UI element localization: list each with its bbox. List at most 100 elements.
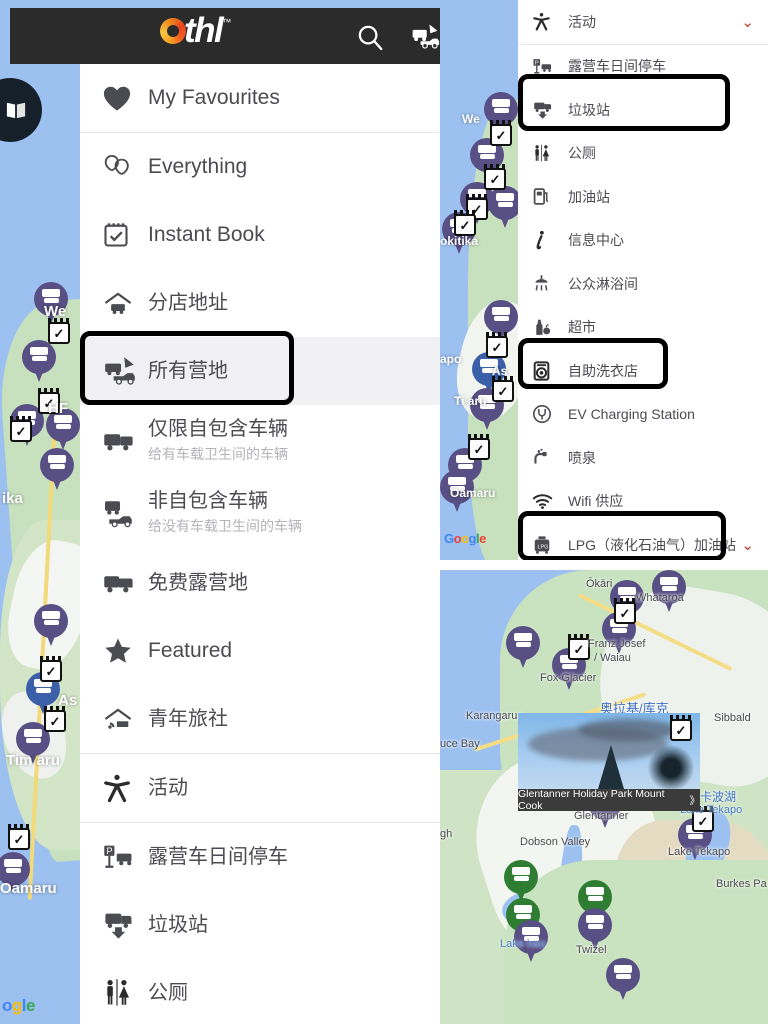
- photo-branch: [648, 745, 694, 791]
- search-icon[interactable]: [355, 22, 385, 57]
- brochure-button[interactable]: [0, 78, 42, 142]
- map-pin[interactable]: [22, 340, 56, 384]
- right-item-label: LPG（液化石油气）加油站: [568, 536, 737, 553]
- menu-item-non-self-contained[interactable]: 非自包含车辆 给没有车载卫生间的车辆: [80, 477, 440, 549]
- right-item-fuel-station[interactable]: 加油站: [518, 175, 768, 219]
- map-label: We: [462, 112, 480, 126]
- menu-label: 青年旅社: [148, 707, 228, 730]
- instant-book-flag-icon[interactable]: ✓: [10, 416, 32, 442]
- right-item-wifi[interactable]: Wifi 供应: [518, 480, 768, 524]
- instant-book-flag-icon[interactable]: ✓: [486, 332, 508, 358]
- menu-item-hostel[interactable]: 青年旅社: [80, 685, 440, 753]
- chevron-right-icon[interactable]: 》: [690, 793, 701, 808]
- dump-station-icon: [102, 910, 148, 940]
- map-label: ika: [2, 490, 23, 507]
- map-label: Franz Josef: [588, 638, 646, 650]
- instant-book-flag-icon[interactable]: ✓: [670, 715, 692, 741]
- instant-book-flag-icon[interactable]: ✓: [468, 434, 490, 460]
- campervan-icon[interactable]: [410, 22, 440, 55]
- right-item-label: 加油站: [568, 188, 610, 205]
- right-item-supermarket[interactable]: 超市: [518, 306, 768, 350]
- right-item-day-parking[interactable]: P 露营车日间停车: [518, 45, 768, 89]
- activity-icon: [102, 773, 148, 803]
- menu-item-my-favourites[interactable]: My Favourites: [80, 64, 440, 132]
- right-item-activities[interactable]: 活动 ⌄: [518, 0, 768, 44]
- instant-book-flag-icon[interactable]: ✓: [490, 120, 512, 146]
- menu-item-instant-book[interactable]: Instant Book: [80, 201, 440, 269]
- thl-logo[interactable]: thl ™: [160, 11, 231, 50]
- menu-item-self-contained-only[interactable]: 仅限自包含车辆 给有车载卫生间的车辆: [80, 405, 440, 477]
- right-filter-card: ✓ ✓ ✓ ✓ ✓ ✓ ✓ We okitika apo As Ti aru O…: [440, 0, 768, 560]
- google-attribution: Google: [444, 531, 486, 546]
- map-pin[interactable]: [34, 604, 68, 648]
- thl-wordmark: thl: [184, 11, 224, 50]
- menu-item-featured[interactable]: Featured: [80, 617, 440, 685]
- instant-book-flag-icon[interactable]: ✓: [48, 318, 70, 344]
- free-camp-icon: [102, 570, 148, 596]
- info-icon: [532, 230, 568, 250]
- instant-book-flag-icon[interactable]: ✓: [484, 164, 506, 190]
- map-pin[interactable]: [506, 626, 540, 670]
- right-item-info-centre[interactable]: 信息中心: [518, 219, 768, 263]
- map-label: Glentanner: [574, 810, 629, 822]
- bottom-map[interactable]: 8 8 ✓ ✓ ✓ Ōkāri Whataroa Franz Josef: [440, 570, 768, 1024]
- instant-book-flag-icon[interactable]: ✓: [568, 634, 590, 660]
- map-label: uce Bay: [440, 738, 480, 750]
- map-label: Dobson Valley: [520, 836, 591, 848]
- right-item-label: 活动: [568, 13, 596, 30]
- right-item-drinking-water[interactable]: 喷泉: [518, 436, 768, 480]
- instant-book-flag-icon[interactable]: ✓: [8, 824, 30, 850]
- map-pin[interactable]: [40, 448, 74, 492]
- map-label: Whataroa: [636, 592, 684, 604]
- right-item-public-toilets[interactable]: 公厕: [518, 132, 768, 176]
- map-label: Ti aru: [454, 394, 487, 408]
- menu-label: Featured: [148, 638, 233, 662]
- menu-label: 垃圾站: [148, 913, 208, 936]
- instant-book-flag-icon[interactable]: ✓: [44, 706, 66, 732]
- menu-sublabel: 给没有车载卫生间的车辆: [148, 518, 302, 534]
- menu-item-everything[interactable]: Everything: [80, 133, 440, 201]
- thl-ring-icon: [160, 18, 186, 44]
- chevron-down-icon[interactable]: ⌄: [741, 536, 754, 554]
- right-item-ev-charging[interactable]: EV Charging Station: [518, 393, 768, 437]
- menu-item-free-campsites[interactable]: 免费露营地: [80, 549, 440, 617]
- right-item-laundromat[interactable]: 自助洗衣店: [518, 349, 768, 393]
- toilets-icon: [532, 144, 568, 163]
- menu-item-public-toilets[interactable]: 公厕: [80, 959, 440, 1024]
- instant-book-flag-icon[interactable]: ✓: [614, 598, 636, 624]
- book-icon: [6, 102, 26, 119]
- instant-book-flag-icon[interactable]: ✓: [40, 656, 62, 682]
- photo-caption[interactable]: Glentanner Holiday Park Mount Cook 》: [518, 788, 701, 811]
- map-label: gh: [440, 828, 453, 840]
- map-pin[interactable]: [488, 186, 518, 230]
- balloons-icon: [102, 153, 148, 181]
- menu-item-all-campsites[interactable]: 所有营地: [80, 337, 440, 405]
- right-item-lpg-station[interactable]: LPG LPG（液化石油气）加油站 ⌄: [518, 523, 768, 560]
- calendar-check-icon: [102, 221, 148, 249]
- laundry-icon: [532, 361, 568, 381]
- right-item-label: 公众淋浴间: [568, 275, 638, 292]
- map-label: Burkes Pa: [716, 878, 767, 890]
- star-icon: [102, 636, 148, 666]
- instant-book-flag-icon[interactable]: ✓: [492, 376, 514, 402]
- card-gap: [440, 560, 768, 570]
- campsite-photo-popup[interactable]: ✓ Glentanner Holiday Park Mount Cook 》: [518, 713, 700, 811]
- instant-book-flag-icon[interactable]: ✓: [454, 210, 476, 236]
- fuel-icon: [532, 187, 568, 206]
- menu-item-activities[interactable]: 活动: [80, 754, 440, 822]
- menu-item-branch-locations[interactable]: 分店地址: [80, 269, 440, 337]
- screenshot-root: ✓ ✓ ✓ ✓ ✓ ✓ We HF ika As Tim aru Oamaru …: [0, 0, 768, 1024]
- menu-item-day-parking[interactable]: P 露营车日间停车: [80, 823, 440, 891]
- right-map-strip[interactable]: ✓ ✓ ✓ ✓ ✓ ✓ ✓ We okitika apo As Ti aru O…: [440, 0, 518, 560]
- right-item-dump-station[interactable]: 垃圾站: [518, 88, 768, 132]
- map-label: Ōkāri: [586, 578, 613, 590]
- right-item-public-showers[interactable]: 公众淋浴间: [518, 262, 768, 306]
- map-label: As: [58, 692, 78, 709]
- menu-item-dump-station[interactable]: 垃圾站: [80, 891, 440, 959]
- map-pin[interactable]: [606, 958, 640, 1002]
- chevron-down-icon[interactable]: ⌄: [741, 13, 754, 31]
- activity-icon: [532, 12, 568, 31]
- map-label: HF: [48, 400, 68, 417]
- wifi-icon: [532, 493, 568, 510]
- map-label: Twizel: [576, 944, 607, 956]
